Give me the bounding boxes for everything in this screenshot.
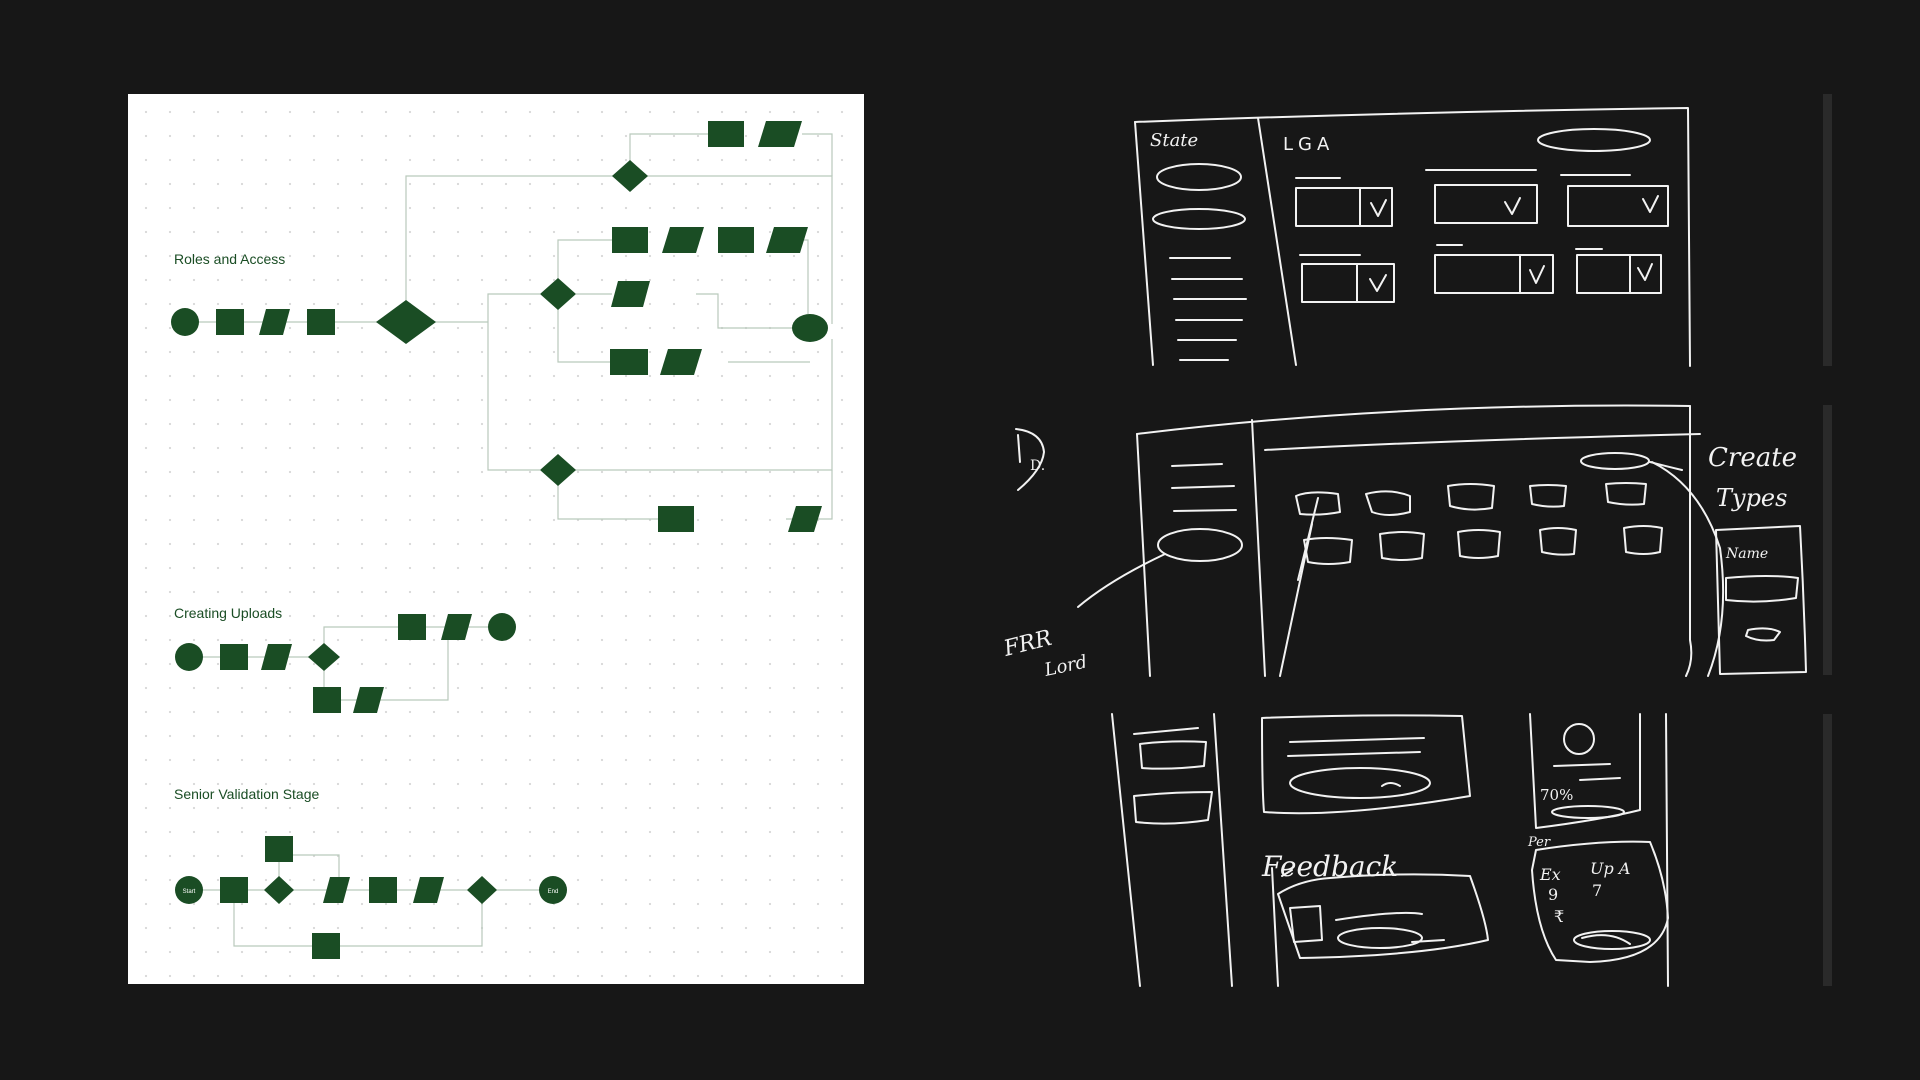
sketch-up-label: Up A — [1590, 859, 1630, 878]
sketch-ex-value: 9 — [1548, 885, 1558, 904]
sketch-rupee-symbol: ₹ — [1554, 907, 1564, 926]
sketch-canvas: State LGA D. Create Types Name FRR Lord … — [1000, 94, 1832, 987]
sketch-ex-label: Ex — [1539, 865, 1561, 884]
sketch-up-value: 7 — [1592, 881, 1602, 900]
sketch-annotation-frr: FRR — [1000, 626, 1054, 662]
sketch-side-label: Per — [1527, 835, 1551, 850]
sketch-lga-label: LGA — [1283, 134, 1334, 155]
sketch-annotation-types: Types — [1716, 484, 1787, 512]
sketch-panel-2 — [1015, 404, 1807, 677]
sketch-annotation-create: Create — [1708, 443, 1797, 473]
sketch-percent-label: 70% — [1540, 786, 1573, 804]
sketch-annotation-lord: Lord — [1042, 651, 1089, 681]
sketch-scrollbar-1[interactable] — [1823, 94, 1832, 366]
sketch-scrollbar-2[interactable] — [1823, 405, 1832, 675]
sketch-annotation-d: D. — [1030, 458, 1045, 474]
sketch-feedback-label: Feedback — [1261, 850, 1398, 883]
sketch-popup-name-label: Name — [1725, 546, 1768, 562]
sketch-state-label: State — [1150, 130, 1198, 151]
sketch-panel-1 — [1134, 107, 1691, 367]
sketch-scrollbar-3[interactable] — [1823, 714, 1832, 986]
